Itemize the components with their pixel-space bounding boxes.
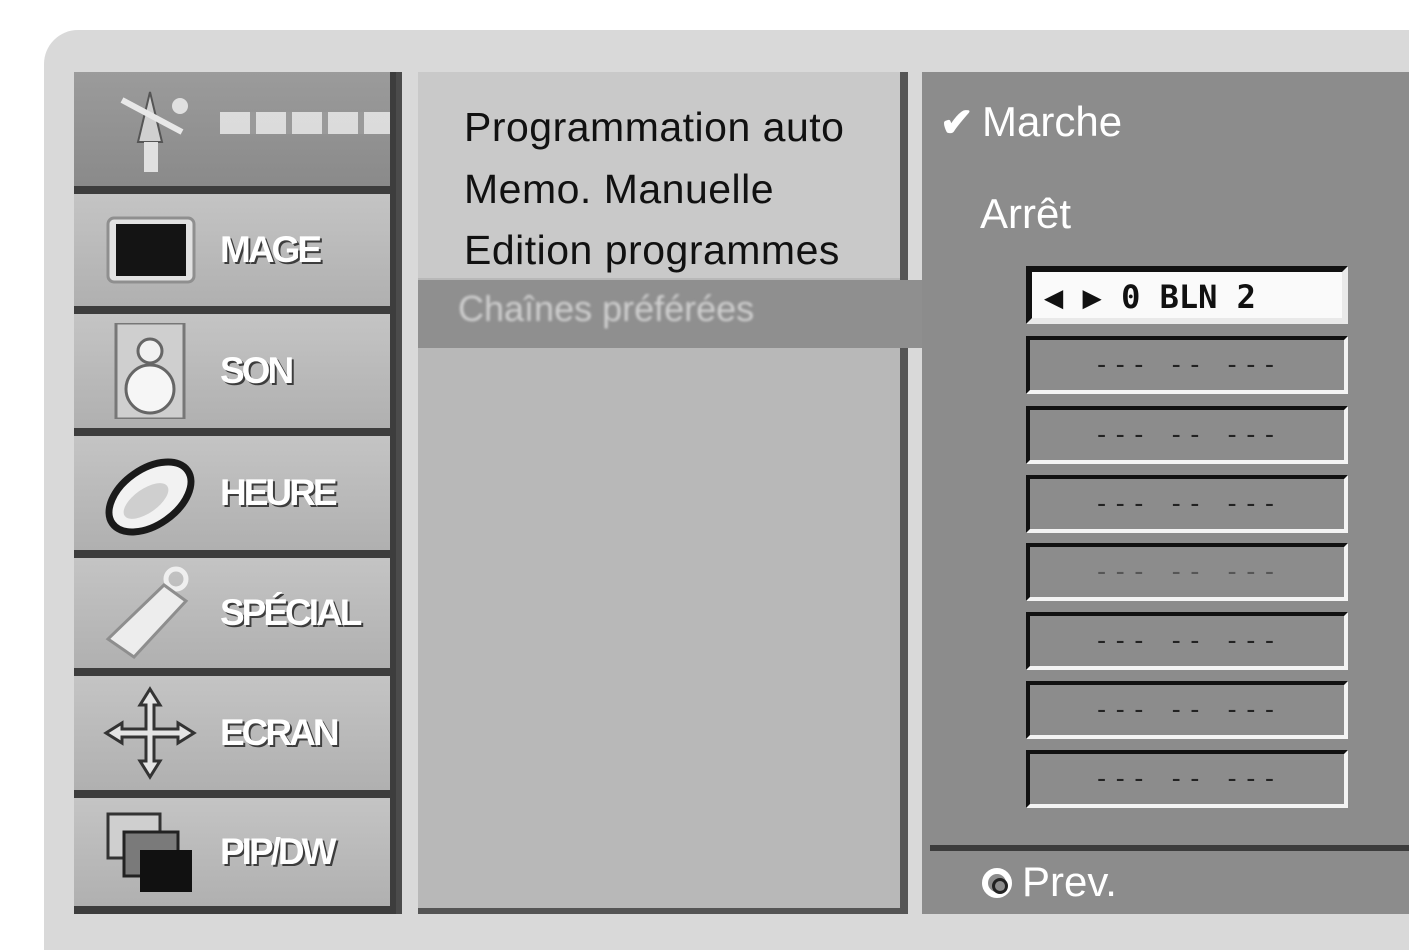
satellite-antenna-icon [120, 91, 188, 172]
main-menu: MAGE SON HEURE SPÉCIAL ECRAN PIP/DW [74, 72, 402, 914]
menu-item-setup[interactable] [74, 72, 396, 194]
menu-label-sound: SON [220, 350, 294, 391]
checkmark-icon: ✔ [940, 101, 974, 145]
menu-item-time[interactable]: HEURE [74, 436, 396, 558]
left-arrow-icon: ◀ [1044, 278, 1064, 316]
prev-label: Prev. [1022, 858, 1117, 905]
clock-icon [105, 458, 195, 536]
menu-item-screen[interactable]: ECRAN [74, 676, 396, 798]
channel-slot-7[interactable]: --- -- --- [1026, 681, 1348, 739]
channel-slot-4[interactable]: --- -- --- [1026, 475, 1348, 533]
channel-slot-6[interactable]: --- -- --- [1026, 612, 1348, 670]
submenu-panel: Programmation auto Memo. Manuelle Editio… [418, 72, 908, 914]
right-arrow-icon: ▶ [1082, 278, 1102, 316]
footer-divider [930, 845, 1409, 851]
menu-label-pip: PIP/DW [220, 831, 337, 872]
menu-item-image[interactable]: MAGE [74, 194, 396, 314]
move-arrows-icon [103, 686, 197, 780]
option-off[interactable]: Arrêt [980, 190, 1071, 238]
channel-slot-5[interactable]: --- -- --- [1026, 543, 1348, 601]
option-edit-programmes[interactable]: Edition programmes [464, 227, 840, 274]
channel-slot-2[interactable]: --- -- --- [1026, 336, 1348, 394]
menu-label-time: HEURE [220, 472, 338, 513]
setup-label [220, 112, 390, 134]
menu-label-special: SPÉCIAL [220, 592, 362, 633]
menu-item-sound[interactable]: SON [74, 314, 396, 436]
menu-label-screen: ECRAN [220, 712, 340, 753]
channel-slot-1[interactable]: ◀ ▶ 0 BLN 2 [1026, 266, 1348, 324]
monitor-icon [106, 216, 196, 284]
menu-label-image: MAGE [220, 229, 322, 270]
option-on[interactable]: Marche [982, 98, 1122, 146]
menu-item-pip[interactable]: PIP/DW [74, 798, 396, 914]
tag-icon [105, 566, 189, 659]
pip-icon [106, 812, 192, 892]
option-favourite-channels-label: Chaînes préférées [458, 288, 755, 329]
channel-slot-1-value: ◀ ▶ 0 BLN 2 [1044, 278, 1256, 316]
ok-button-icon [982, 868, 1012, 898]
prev-button[interactable]: Prev. [982, 858, 1117, 906]
option-favourite-channels[interactable]: Chaînes préférées [418, 280, 930, 348]
menu-item-special[interactable]: SPÉCIAL [74, 558, 396, 676]
channel-slot-8[interactable]: --- -- --- [1026, 750, 1348, 808]
speaker-icon [114, 323, 186, 419]
option-manual-memory[interactable]: Memo. Manuelle [464, 166, 774, 213]
channel-slot-3[interactable]: --- -- --- [1026, 406, 1348, 464]
option-auto-programming[interactable]: Programmation auto [464, 104, 844, 151]
